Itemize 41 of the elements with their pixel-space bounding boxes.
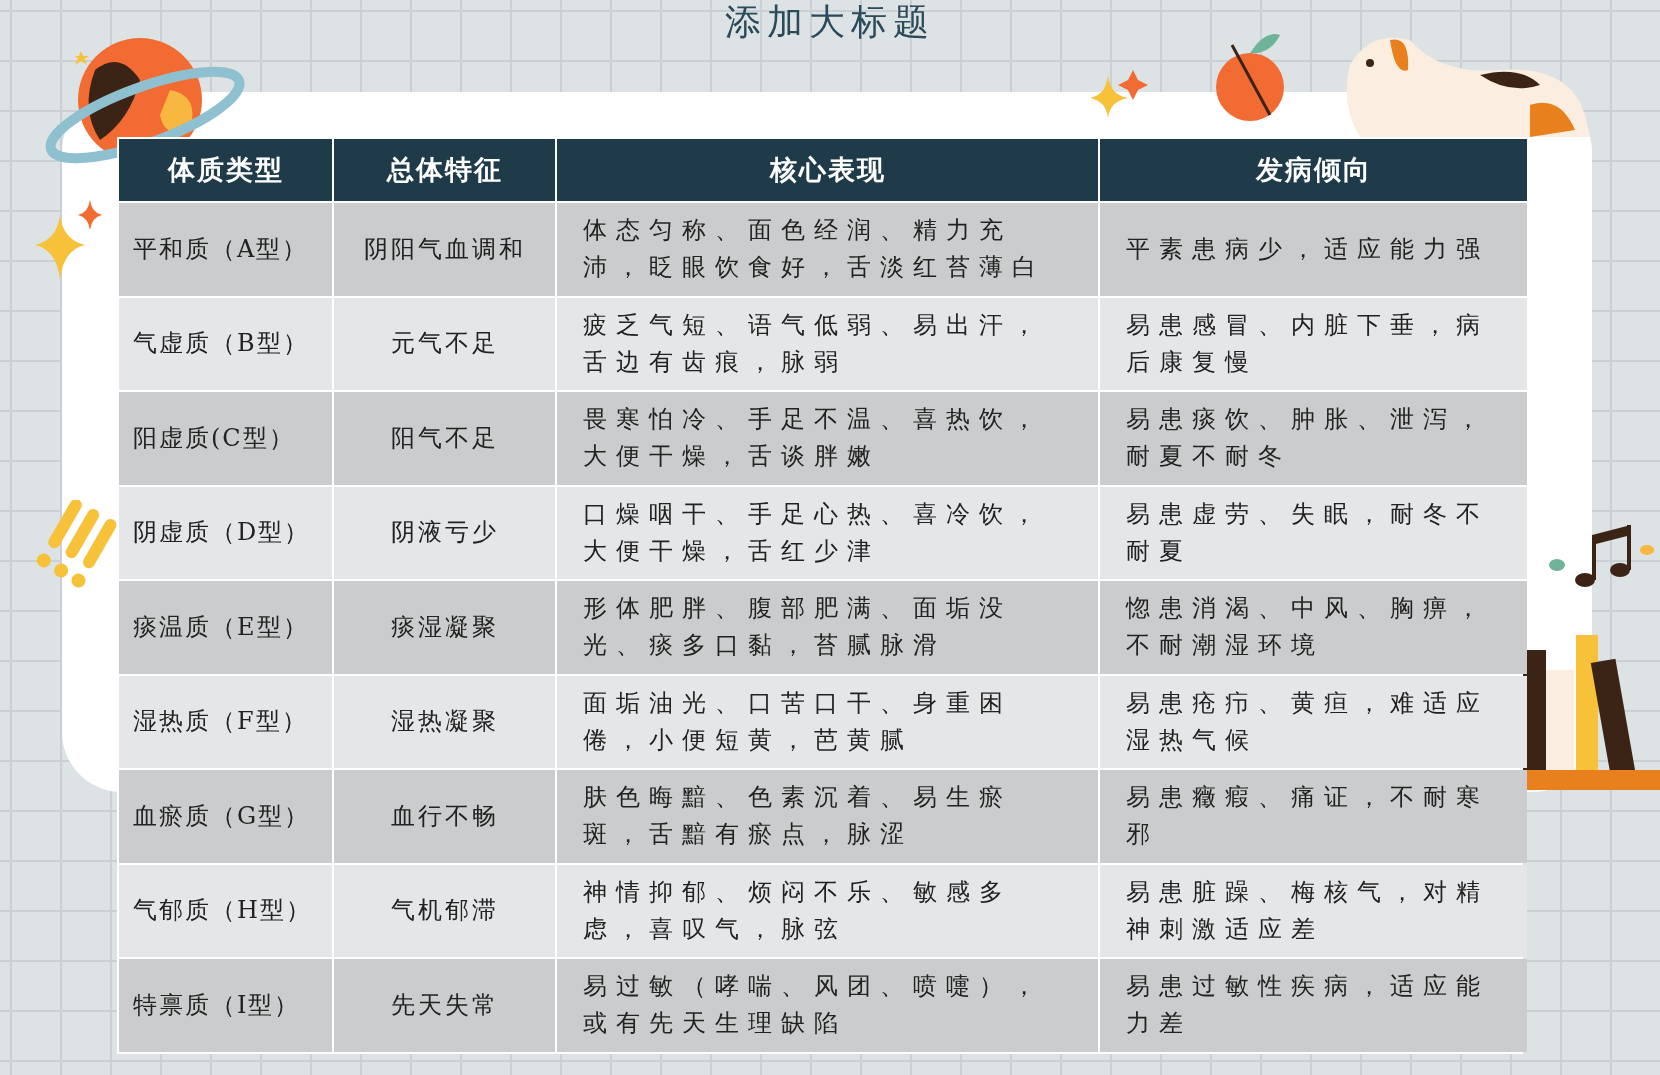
table-cell: 特禀质（I型）: [119, 959, 332, 1052]
table-cell: 血行不畅: [334, 770, 555, 863]
table-cell: 气机郁滞: [334, 864, 555, 957]
table-cell: 先天失常: [334, 959, 555, 1052]
table-cell: 痰湿凝聚: [334, 581, 555, 674]
column-header: 核心表现: [557, 139, 1098, 201]
table-cell: 易患疮疖、黄疸，难适应湿热气候: [1100, 675, 1527, 768]
table-cell: 惚患消渴、中风、胸痹，不耐潮湿环境: [1100, 581, 1527, 674]
slide-title: 添加大标题: [725, 0, 935, 44]
table-cell: 易患脏躁、梅核气，对精神刺激适应差: [1100, 864, 1527, 957]
table-cell: 阴液亏少: [334, 486, 555, 579]
table-cell: 易患感冒、内脏下垂，病后康复慢: [1100, 297, 1527, 390]
table-cell: 口燥咽干、手足心热、喜冷饮，大便干燥，舌红少津: [557, 486, 1098, 579]
table-cell: 湿热质（F型）: [119, 675, 332, 768]
table-cell: 肤色晦黯、色素沉着、易生瘀斑，舌黯有瘀点，脉涩: [557, 770, 1098, 863]
table-cell: 阳虚质(C型）: [119, 392, 332, 485]
table-cell: 平素患病少，适应能力强: [1100, 203, 1527, 296]
table-cell: 气郁质（H型）: [119, 864, 332, 957]
table-cell: 面垢油光、口苦口干、身重困倦，小便短黄，芭黄腻: [557, 675, 1098, 768]
column-header: 发病倾向: [1100, 139, 1527, 201]
table-cell: 阴阳气血调和: [334, 203, 555, 296]
table-cell: 神情抑郁、烦闷不乐、敏感多虑，喜叹气，脉弦: [557, 864, 1098, 957]
column-header: 总体特征: [334, 139, 555, 201]
table-cell: 血瘀质（G型）: [119, 770, 332, 863]
table-cell: 元气不足: [334, 297, 555, 390]
table-cell: 易患痰饮、肿胀、泄泻，耐夏不耐冬: [1100, 392, 1527, 485]
table-cell: 痰温质（E型）: [119, 581, 332, 674]
table-cell: 疲乏气短、语气低弱、易出汗，舌边有齿痕，脉弱: [557, 297, 1098, 390]
table-cell: 湿热凝聚: [334, 675, 555, 768]
column-header: 体质类型: [119, 139, 332, 201]
table-cell: 易患虚劳、失眠，耐冬不耐夏: [1100, 486, 1527, 579]
table-cell: 易患过敏性疾病，适应能力差: [1100, 959, 1527, 1052]
table-cell: 阴虚质（D型）: [119, 486, 332, 579]
table-cell: 体态匀称、面色经润、精力充沛，眨眼饮食好，舌淡红苔薄白: [557, 203, 1098, 296]
table-cell: 易过敏（哮喘、风团、喷嚏），或有先天生理缺陷: [557, 959, 1098, 1052]
table-cell: 易患癥瘕、痛证，不耐寒邪: [1100, 770, 1527, 863]
table-cell: 阳气不足: [334, 392, 555, 485]
table-cell: 畏寒怕冷、手足不温、喜热饮，大便干燥，舌谈胖嫩: [557, 392, 1098, 485]
table-cell: 气虚质（B型）: [119, 297, 332, 390]
table-cell: 形体肥胖、腹部肥满、面垢没光、痰多口黏，苔腻脉滑: [557, 581, 1098, 674]
table-cell: 平和质（A型）: [119, 203, 332, 296]
